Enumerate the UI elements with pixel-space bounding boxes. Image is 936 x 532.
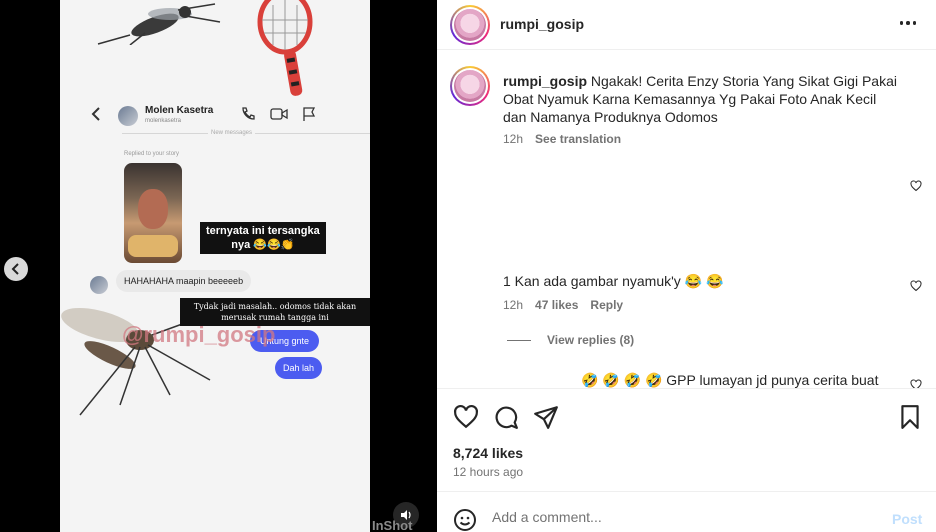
replied-story-label: Replied to your story xyxy=(124,151,180,157)
dm-contact-name: Molen Kasetra xyxy=(145,105,214,116)
story-face xyxy=(138,189,168,229)
comment-icon[interactable] xyxy=(493,404,519,430)
flag-icon[interactable] xyxy=(302,106,316,122)
smiley-icon[interactable] xyxy=(453,508,477,532)
comment-input[interactable] xyxy=(492,506,872,528)
add-comment-bar: Post xyxy=(437,491,936,532)
new-messages-label: New messages xyxy=(208,130,256,136)
chevron-left-icon xyxy=(11,263,19,275)
comment-likes[interactable]: 47 likes xyxy=(535,298,578,312)
video-call-icon[interactable] xyxy=(270,106,288,122)
send-icon[interactable] xyxy=(533,404,559,430)
video-player[interactable]: Molen Kasetra molenkasetra New messages … xyxy=(60,0,370,532)
comment-meta: 12h 47 likes Reply xyxy=(503,298,623,312)
heart-icon[interactable] xyxy=(453,404,479,430)
back-arrow-icon[interactable] xyxy=(90,106,102,122)
more-horizontal-icon xyxy=(899,21,904,25)
video-caption-1-line2: nya 😂😂👏 xyxy=(231,239,295,251)
comment-time: 12h xyxy=(503,298,524,312)
post-actions-bar xyxy=(437,388,936,436)
caption-text: rumpi_gosip Ngakak! Cerita Enzy Storia Y… xyxy=(503,72,903,126)
comment-text: 1 Kan ada gambar nyamuk'y 😂 😂 xyxy=(503,273,724,289)
phone-icon[interactable] xyxy=(240,106,256,122)
blue-message-bubble-2: Dah lah xyxy=(275,357,323,379)
previous-button[interactable] xyxy=(4,257,28,281)
see-translation-link[interactable]: See translation xyxy=(535,132,621,146)
comment-like-heart-icon[interactable] xyxy=(910,280,922,292)
caption-time: 12h xyxy=(503,132,524,146)
dm-sender-avatar xyxy=(90,276,108,294)
post-comment-button[interactable]: Post xyxy=(892,511,922,527)
post-sidebar: rumpi_gosip rumpi_gosip Ngakak! Cerita E… xyxy=(437,0,936,532)
replies-divider xyxy=(507,339,531,341)
racket-illustration xyxy=(257,0,313,96)
reply-button[interactable]: Reply xyxy=(590,298,623,312)
gray-message-bubble: HAHAHAHA maapin beeeeeb xyxy=(116,270,252,292)
avatar[interactable] xyxy=(450,5,490,45)
caption-username[interactable]: rumpi_gosip xyxy=(503,73,587,89)
story-food xyxy=(128,235,178,257)
post-header: rumpi_gosip xyxy=(437,0,936,50)
caption-meta: 12h See translation xyxy=(503,132,621,146)
video-caption-1-line1: ternyata ini tersangka xyxy=(206,225,320,237)
comment-like-heart-icon[interactable] xyxy=(910,180,922,192)
video-watermark: @rumpi_gosip xyxy=(122,322,276,347)
post-username[interactable]: rumpi_gosip xyxy=(500,16,584,32)
media-panel: Molen Kasetra molenkasetra New messages … xyxy=(0,0,437,532)
mosquito-illustration xyxy=(97,3,221,45)
dm-contact-username: molenkasetra xyxy=(145,118,182,124)
caption-avatar[interactable] xyxy=(450,66,490,106)
more-options-button[interactable] xyxy=(897,12,919,34)
post-time: 12 hours ago xyxy=(453,465,524,479)
video-caption-1: ternyata ini tersangka nya 😂😂👏 xyxy=(200,222,326,254)
likes-count[interactable]: 8,724 likes xyxy=(453,445,523,461)
dm-action-icons xyxy=(240,106,316,122)
comment-text: 🤣 🤣 🤣 🤣 GPP lumayan jd punya cerita buat xyxy=(581,372,879,388)
view-replies-label: View replies (8) xyxy=(547,333,635,347)
bookmark-icon[interactable] xyxy=(897,404,923,430)
story-thumbnail xyxy=(124,163,182,263)
dm-avatar xyxy=(118,106,138,126)
inshot-watermark: InShot xyxy=(372,518,413,532)
view-replies-button[interactable]: View replies (8) xyxy=(507,333,634,347)
